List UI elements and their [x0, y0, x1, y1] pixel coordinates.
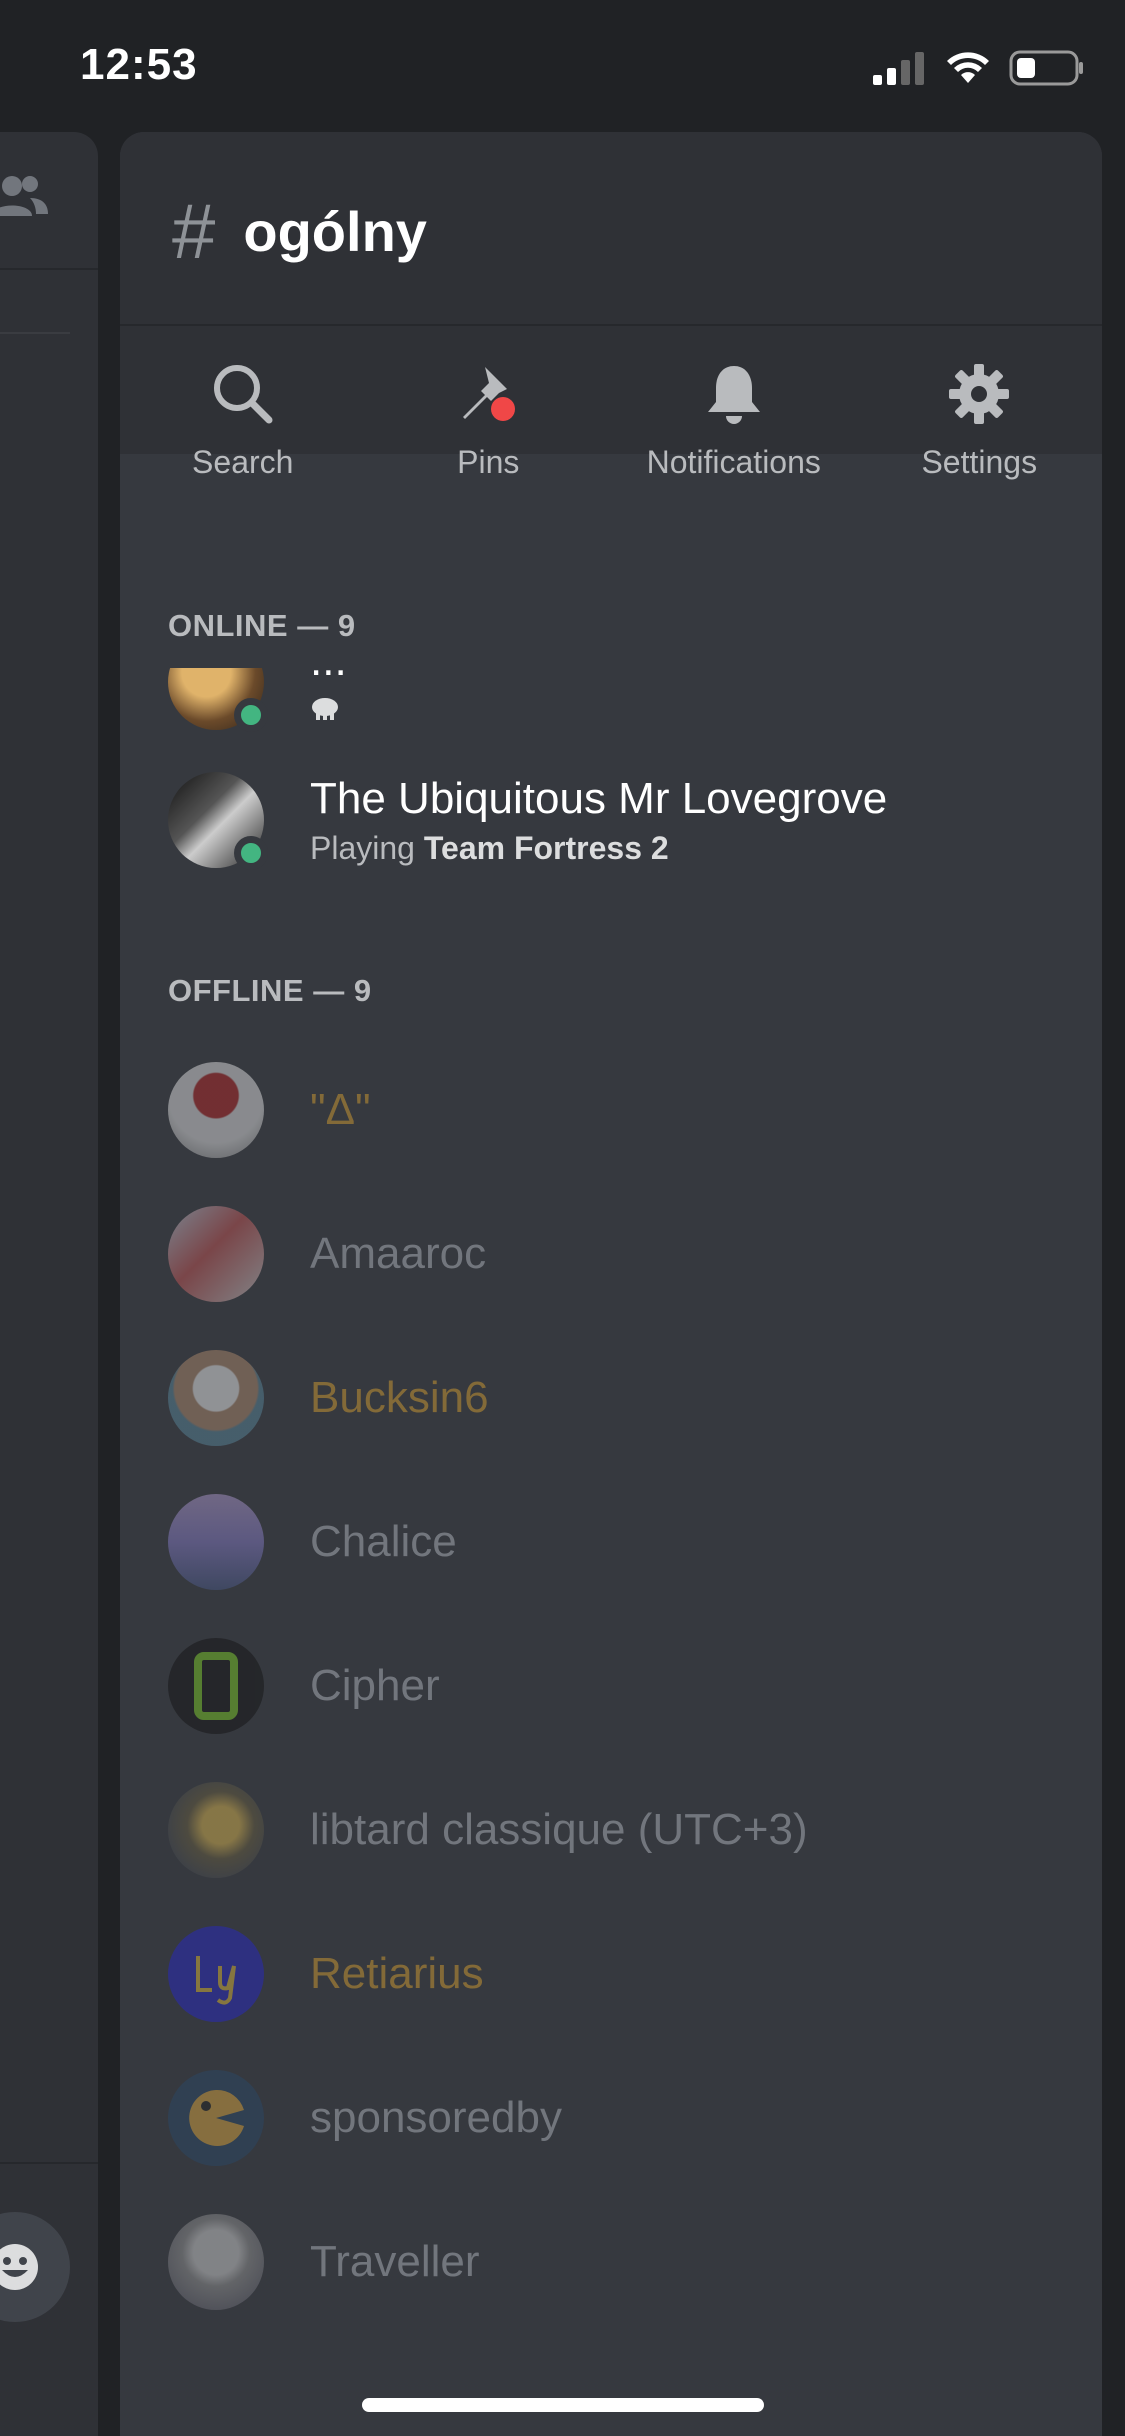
home-indicator[interactable] — [362, 2398, 764, 2412]
game-activity-icon — [312, 697, 338, 720]
avatar — [168, 1206, 264, 1302]
member-row[interactable]: Traveller — [168, 2212, 1068, 2312]
channel-panel-background — [0, 132, 98, 2436]
gear-icon — [949, 364, 1010, 424]
hashtag-icon: # — [172, 187, 216, 275]
member-row[interactable]: Chalice — [168, 1492, 1068, 1592]
avatar — [168, 1926, 264, 2022]
wifi-icon — [947, 52, 989, 83]
pins-button[interactable]: Pins — [366, 354, 612, 481]
smiley-icon — [0, 2244, 38, 2290]
divider — [120, 324, 1102, 326]
cellular-signal-icon — [873, 52, 924, 85]
search-button[interactable]: Search — [120, 354, 366, 481]
member-name: Traveller — [310, 2237, 480, 2286]
member-name: Retiarius — [310, 1949, 484, 1998]
member-row[interactable]: libtard classique (UTC+3) — [168, 1780, 1068, 1880]
avatar — [168, 668, 268, 732]
channel-title: ogólny — [243, 199, 427, 263]
pin-icon — [463, 367, 516, 421]
member-name: Amaaroc — [310, 1229, 487, 1278]
member-row[interactable]: Amaaroc — [168, 1204, 1068, 1304]
avatar — [168, 2070, 264, 2166]
member-row[interactable]: The Ubiquitous Mr Lovegrove Playing Team… — [168, 770, 1068, 870]
channel-actions: Search Pins Notifications Settings — [120, 354, 1102, 481]
offline-section-title: OFFLINE — 9 — [168, 973, 372, 1008]
avatar — [168, 2214, 264, 2310]
settings-button[interactable]: Settings — [857, 354, 1103, 481]
divider — [0, 2162, 98, 2164]
online-section-title: ONLINE — 9 — [168, 608, 356, 643]
bell-icon — [707, 366, 760, 424]
members-drawer: # ogólny Search Pins Notifications Setti… — [120, 132, 1102, 2436]
scrolled-member-clip: ... — [120, 668, 1102, 732]
friends-icon[interactable] — [0, 172, 50, 220]
notifications-button[interactable]: Notifications — [611, 354, 857, 481]
member-name: Cipher — [310, 1661, 440, 1710]
member-activity-icon — [310, 692, 347, 729]
online-status-dot — [234, 698, 268, 732]
member-name: "Δ" — [310, 1085, 371, 1134]
status-time: 12:53 — [80, 40, 198, 89]
member-name: sponsoredby — [310, 2093, 562, 2142]
avatar — [168, 1638, 264, 1734]
status-bar: 12:53 — [0, 0, 1125, 130]
search-label: Search — [192, 444, 294, 480]
member-row[interactable]: Retiarius — [168, 1924, 1068, 2024]
avatar — [168, 1062, 264, 1158]
drawer-header: # ogólny Search Pins Notifications Setti… — [120, 132, 1102, 480]
activity-game: Team Fortress 2 — [423, 829, 669, 866]
member-row[interactable]: "Δ" — [168, 1060, 1068, 1160]
member-name: The Ubiquitous Mr Lovegrove — [310, 773, 888, 823]
member-row[interactable]: Cipher — [168, 1636, 1068, 1736]
emoji-button[interactable] — [0, 2212, 70, 2322]
notifications-label: Notifications — [646, 444, 821, 480]
member-name: ... — [310, 668, 347, 686]
settings-label: Settings — [921, 444, 1038, 480]
search-icon — [213, 365, 273, 424]
member-row[interactable]: sponsoredby — [168, 2068, 1068, 2168]
divider — [0, 332, 70, 334]
member-name: Bucksin6 — [310, 1373, 489, 1422]
battery-icon — [1009, 50, 1083, 86]
avatar — [168, 1494, 264, 1590]
activity-prefix: Playing — [310, 829, 424, 866]
avatar — [168, 772, 268, 870]
member-name: libtard classique (UTC+3) — [310, 1805, 808, 1854]
member-row[interactable]: Bucksin6 — [168, 1348, 1068, 1448]
member-name: Chalice — [310, 1517, 457, 1566]
avatar — [168, 1782, 264, 1878]
divider — [0, 268, 98, 270]
pins-label: Pins — [457, 444, 520, 480]
member-activity: Playing Team Fortress 2 — [310, 830, 887, 867]
online-status-dot — [234, 836, 268, 870]
member-row[interactable]: ... — [168, 668, 1068, 732]
avatar — [168, 1350, 264, 1446]
